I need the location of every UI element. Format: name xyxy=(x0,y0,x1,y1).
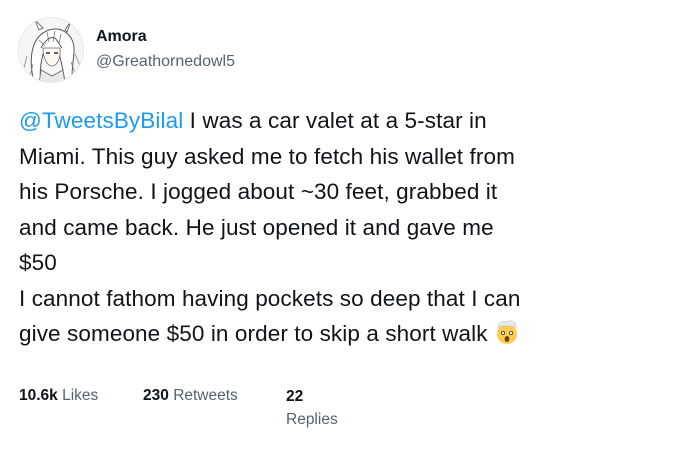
tweet-text-line: Miami. This guy asked me to fetch his wa… xyxy=(19,143,515,169)
tweet-text-line: $50 xyxy=(19,250,57,275)
retweets-stat[interactable]: 230 Retweets xyxy=(143,387,238,405)
likes-label: Likes xyxy=(62,387,99,404)
tweet-text-segment: I was a car valet at a 5-star in xyxy=(183,108,487,133)
author-handle[interactable]: @Greathornedowl5 xyxy=(96,52,235,72)
replies-label: Replies xyxy=(286,411,338,428)
tweet-text-line: I cannot fathom having pockets so deep t… xyxy=(19,285,521,311)
tweet-text-line: his Porsche. I jogged about ~30 feet, gr… xyxy=(19,179,498,204)
anime-character-avatar-icon xyxy=(19,18,83,82)
likes-count: 10.6k xyxy=(19,387,58,404)
retweets-label: Retweets xyxy=(173,387,238,404)
mention-link[interactable]: @TweetsByBilal xyxy=(19,108,183,133)
replies-stat[interactable]: 22 Replies xyxy=(286,387,338,433)
tweet-text: @TweetsByBilal I was a car valet at a 5-… xyxy=(19,103,684,356)
exploding-head-emoji-icon xyxy=(494,319,520,356)
tweet-card: Amora @Greathornedowl5 @TweetsByBilal I … xyxy=(0,0,700,449)
avatar[interactable] xyxy=(18,17,84,83)
retweets-count: 230 xyxy=(143,387,169,404)
likes-stat[interactable]: 10.6k Likes xyxy=(19,387,98,405)
tweet-text-line: and came back. He just opened it and gav… xyxy=(19,214,494,240)
tweet-text-line: @TweetsByBilal I was a car valet at a 5-… xyxy=(19,103,684,139)
author-name[interactable]: Amora xyxy=(96,27,147,47)
replies-count: 22 xyxy=(286,388,304,405)
tweet-text-segment: give someone $50 in order to skip a shor… xyxy=(19,321,488,346)
tweet-text-line: give someone $50 in order to skip a shor… xyxy=(19,316,684,356)
